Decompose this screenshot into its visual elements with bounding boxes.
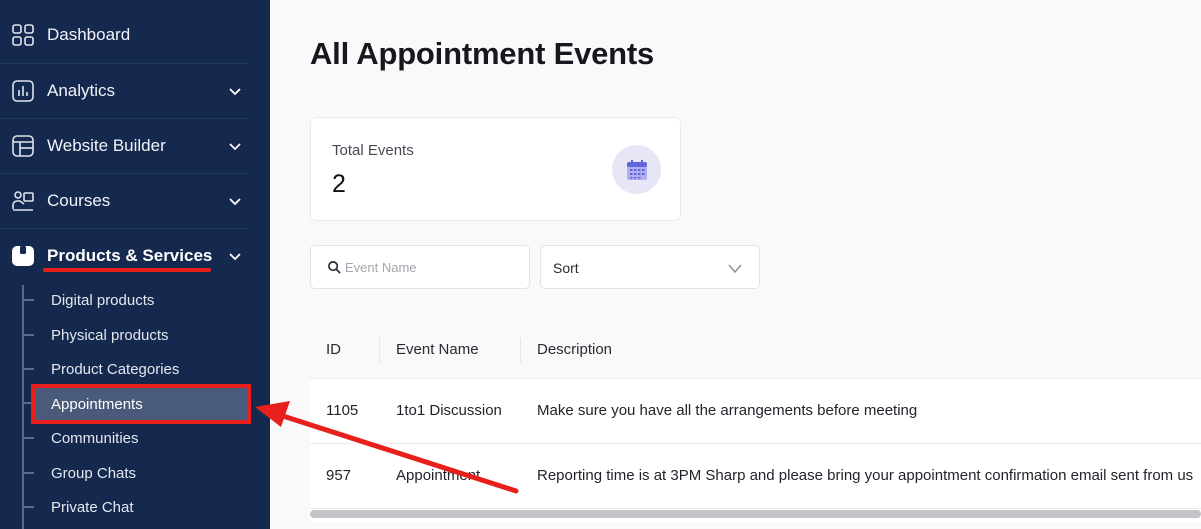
sidebar-item-label: Communities (51, 429, 139, 447)
nav-item-label: Analytics (47, 80, 116, 100)
stat-value: 2 (332, 170, 346, 198)
main-content: All Appointment Events Total Events 2 So… (270, 0, 1201, 529)
column-header-event-name[interactable]: Event Name (396, 341, 479, 358)
search-icon (328, 261, 341, 274)
sort-label: Sort (553, 260, 579, 276)
sidebar-item-product-categories[interactable]: Product Categories (22, 352, 252, 386)
bar-chart-icon (11, 79, 35, 103)
cell-id: 957 (326, 467, 352, 484)
box-icon (11, 244, 35, 268)
stat-card-total-events: Total Events 2 (310, 117, 681, 221)
annotation-highlight-box (31, 384, 251, 424)
nav-item-label: Website Builder (47, 135, 166, 155)
nav-item-analytics[interactable]: Analytics (0, 63, 270, 118)
sidebar-item-physical-products[interactable]: Physical products (22, 318, 252, 352)
calendar-icon (612, 145, 661, 194)
nav-item-courses[interactable]: Courses (0, 173, 270, 228)
nav-item-label: Dashboard (47, 24, 131, 44)
grid-icon (11, 23, 35, 47)
person-board-icon (11, 189, 35, 213)
nav-item-dashboard[interactable]: Dashboard (0, 7, 270, 62)
nav-item-label: Products & Services (47, 245, 213, 265)
horizontal-scrollbar[interactable] (310, 510, 1201, 518)
column-separator (379, 338, 380, 363)
nav-item-label: Courses (47, 190, 111, 210)
layout-icon (11, 134, 35, 158)
sidebar-item-communities[interactable]: Communities (22, 421, 252, 455)
sidebar-item-label: Digital products (51, 291, 155, 309)
cell-event-name: Appointment (396, 467, 481, 484)
sort-dropdown[interactable]: Sort (540, 245, 760, 289)
tree-branch (22, 299, 34, 301)
sidebar: Dashboard Analytics Website Builder Cour… (0, 0, 270, 529)
tree-branch (22, 334, 34, 336)
sidebar-item-digital-products[interactable]: Digital products (22, 283, 252, 317)
cell-description: Reporting time is at 3PM Sharp and pleas… (537, 467, 1194, 484)
nav-item-website-builder[interactable]: Website Builder (0, 118, 270, 173)
sidebar-item-private-chat[interactable]: Private Chat (22, 490, 252, 524)
tree-branch (22, 472, 34, 474)
sidebar-item-label: Physical products (51, 326, 169, 344)
events-table: ID Event Name Description 1105 1to1 Disc… (310, 322, 1201, 522)
nav-item-products-services[interactable]: Products & Services (0, 228, 270, 283)
search-input[interactable] (345, 256, 520, 278)
cell-id: 1105 (326, 402, 359, 419)
column-header-id[interactable]: ID (326, 341, 341, 358)
chevron-down-icon[interactable] (227, 193, 243, 209)
chevron-down-icon[interactable] (227, 83, 243, 99)
tree-branch (22, 506, 34, 508)
column-header-description[interactable]: Description (537, 341, 612, 358)
search-field[interactable] (310, 245, 530, 289)
chevron-down-icon (728, 264, 742, 274)
chevron-down-icon[interactable] (227, 248, 243, 264)
table-row[interactable]: 957 Appointment Reporting time is at 3PM… (310, 444, 1201, 509)
page-title: All Appointment Events (310, 36, 655, 71)
cell-description: Make sure you have all the arrangements … (537, 402, 918, 419)
tree-branch (22, 437, 34, 439)
stat-label: Total Events (332, 142, 414, 159)
sidebar-item-label: Group Chats (51, 464, 137, 482)
column-separator (520, 338, 521, 363)
tree-branch (22, 368, 34, 370)
table-header: ID Event Name Description (310, 322, 1201, 379)
cell-event-name: 1to1 Discussion (396, 402, 502, 419)
sidebar-item-group-chats[interactable]: Group Chats (22, 456, 252, 490)
sidebar-item-label: Product Categories (51, 360, 180, 378)
chevron-down-icon[interactable] (227, 138, 243, 154)
sidebar-item-label: Private Chat (51, 498, 134, 516)
table-row[interactable]: 1105 1to1 Discussion Make sure you have … (310, 379, 1201, 444)
annotation-underline (43, 268, 211, 272)
